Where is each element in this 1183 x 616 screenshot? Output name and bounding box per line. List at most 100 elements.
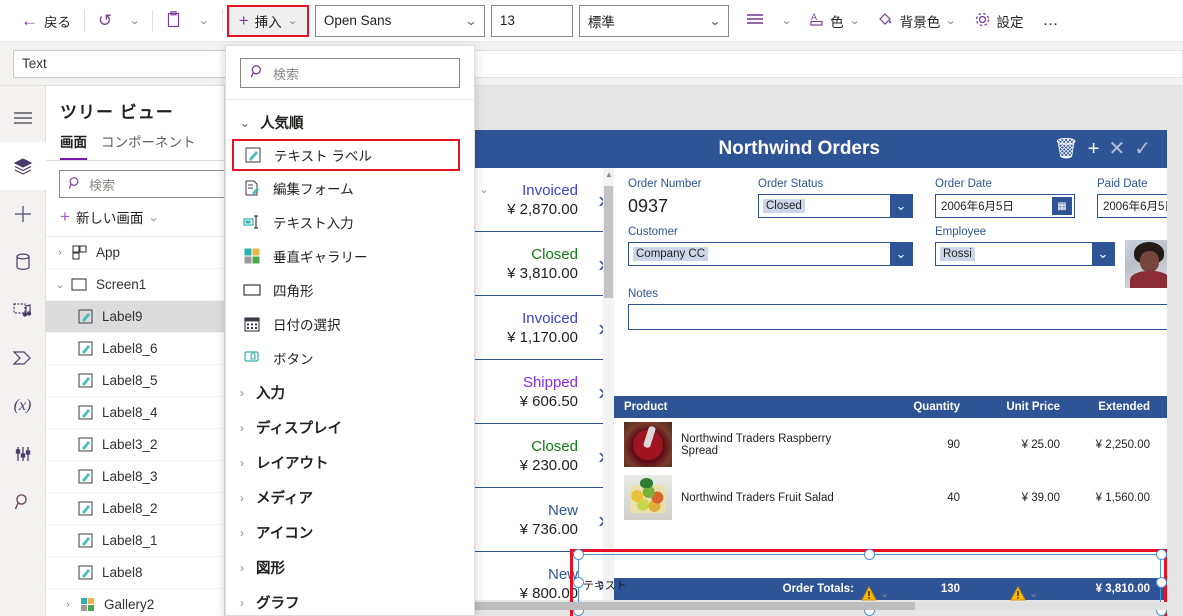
text-align-button[interactable] — [737, 5, 773, 37]
overflow-button[interactable]: … — [1033, 12, 1070, 30]
resize-handle-top-center[interactable] — [864, 549, 875, 560]
font-color-button[interactable]: A 色 ⌄ — [800, 5, 868, 37]
chevron-down-icon[interactable]: ⌄ — [1092, 243, 1114, 265]
insert-category-layout[interactable]: › レイアウト — [226, 445, 474, 480]
notes-input[interactable] — [628, 304, 1167, 330]
font-size-input[interactable]: 13 — [490, 4, 573, 37]
order-date-input[interactable]: 2006年6月5日 ▦ — [935, 194, 1075, 218]
insert-button[interactable]: + 挿入 ⌄ — [226, 4, 309, 37]
tree-node-gallery2[interactable]: › Gallery2 — [46, 589, 224, 616]
gallery-item[interactable]: Closed ¥ 230.00 › — [475, 424, 614, 488]
label-warning-1[interactable]: ⌄ — [861, 586, 889, 601]
employee-dropdown[interactable]: Rossi ⌄ — [935, 242, 1115, 266]
canvas-horizontal-scrollbar[interactable] — [475, 602, 1167, 610]
insert-search-input[interactable]: 検索 — [240, 58, 460, 88]
tree-node-label3-2[interactable]: Label3_2 — [46, 429, 224, 461]
order-amount: ¥ 230.00 — [519, 456, 578, 474]
tab-screens[interactable]: 画面 — [60, 131, 87, 160]
tree-node-label8-3[interactable]: Label8_3 — [46, 461, 224, 493]
tree-node-label8[interactable]: Label8 — [46, 557, 224, 589]
tree-node-label8-1[interactable]: Label8_1 — [46, 525, 224, 557]
save-icon[interactable]: ✓ — [1134, 139, 1151, 159]
gallery-item[interactable]: New ¥ 736.00 › — [475, 488, 614, 552]
insert-category-media[interactable]: › メディア — [226, 480, 474, 515]
gallery-item[interactable]: Shipped ¥ 606.50 › — [475, 360, 614, 424]
font-weight-select[interactable]: 標準 ⌄ — [578, 4, 729, 37]
tree-node-label8-5[interactable]: Label8_5 — [46, 365, 224, 397]
insert-category-charts[interactable]: › グラフ — [226, 585, 474, 615]
table-row[interactable]: Northwind Traders Fruit Salad 40 ¥ 39.00… — [614, 471, 1167, 524]
undo-dropdown[interactable]: ⌄ — [121, 5, 148, 37]
insert-item-edit-form[interactable]: 編集フォーム — [226, 171, 474, 205]
order-status-dropdown[interactable]: Closed ⌄ — [758, 194, 913, 218]
order-amount: ¥ 1,170.00 — [507, 328, 578, 346]
tree-node-app[interactable]: › App — [46, 237, 224, 269]
calendar-icon[interactable]: ▦ — [1052, 197, 1072, 215]
tree-search-input[interactable]: 検索 — [59, 170, 224, 198]
insert-item-date-picker[interactable]: 日付の選択 — [226, 307, 474, 341]
resize-handle-top-left[interactable] — [573, 549, 584, 560]
gallery-scrollbar[interactable]: ▲ — [603, 168, 614, 600]
insert-item-text-label[interactable]: テキスト ラベル — [232, 139, 460, 171]
add-icon[interactable]: + — [1088, 139, 1100, 159]
gallery-item[interactable]: ⌄ Invoiced ¥ 2,870.00 › — [475, 168, 614, 232]
delete-icon[interactable]: 🗑 — [1053, 139, 1078, 159]
label-warning-2[interactable]: ⌄ — [1010, 586, 1038, 601]
variables-icon[interactable]: (x) — [0, 382, 46, 430]
scroll-up-icon[interactable]: ▲ — [605, 170, 613, 179]
paste-dropdown[interactable]: ⌄ — [190, 5, 217, 37]
insert-group-popular[interactable]: ⌄ 人気順 — [226, 106, 474, 139]
property-select[interactable]: Text — [13, 49, 231, 78]
table-row[interactable]: Northwind Traders Raspberry Spread 90 ¥ … — [614, 418, 1167, 471]
twisty-icon[interactable]: › — [60, 599, 76, 611]
tree-node-label8-4[interactable]: Label8_4 — [46, 397, 224, 429]
chevron-down-icon[interactable]: ⌄ — [880, 587, 889, 600]
resize-handle-top-right[interactable] — [1156, 549, 1167, 560]
resize-handle-middle-right[interactable] — [1156, 577, 1167, 588]
search-icon[interactable] — [0, 478, 46, 526]
insert-category-input[interactable]: › 入力 — [226, 375, 474, 410]
paid-date-input[interactable]: 2006年6月5日 ▦ — [1097, 194, 1167, 218]
tree-node-screen1[interactable]: ⌄ Screen1 — [46, 269, 224, 301]
insert-item-rectangle[interactable]: 四角形 — [226, 273, 474, 307]
settings-button[interactable]: 設定 — [965, 5, 1033, 37]
unit-price-cell: ¥ 39.00 — [1021, 491, 1060, 504]
cancel-icon[interactable]: ✕ — [1108, 139, 1125, 159]
insert-icon[interactable] — [0, 190, 46, 238]
tree-node-label8-2[interactable]: Label8_2 — [46, 493, 224, 525]
fill-color-button[interactable]: 背景色 ⌄ — [868, 5, 965, 37]
insert-item-button[interactable]: ボタン — [226, 341, 474, 375]
tab-components[interactable]: コンポーネント — [101, 131, 196, 160]
insert-category-display[interactable]: › ディスプレイ — [226, 410, 474, 445]
scrollbar-thumb[interactable] — [604, 186, 613, 298]
scrollbar-thumb[interactable] — [475, 602, 915, 610]
insert-item-text-input[interactable]: テキスト入力 — [226, 205, 474, 239]
twisty-icon[interactable]: › — [52, 247, 68, 259]
twisty-icon[interactable]: ⌄ — [52, 278, 68, 291]
tree-node-label8-6[interactable]: Label8_6 — [46, 333, 224, 365]
app-checker-icon[interactable] — [0, 430, 46, 478]
customer-dropdown[interactable]: Company CC ⌄ — [628, 242, 913, 266]
gallery-item[interactable]: Closed ¥ 3,810.00 › — [475, 232, 614, 296]
tree-node-label9[interactable]: Label9 — [46, 301, 224, 333]
data-icon[interactable] — [0, 238, 46, 286]
paste-button[interactable] — [157, 5, 190, 37]
chevron-down-icon[interactable]: ⌄ — [890, 195, 912, 217]
insert-category-shapes[interactable]: › 図形 — [226, 550, 474, 585]
chevron-down-icon[interactable]: ⌄ — [1029, 587, 1038, 600]
power-automate-icon[interactable] — [0, 334, 46, 382]
gallery-item[interactable]: Invoiced ¥ 1,170.00 › — [475, 296, 614, 360]
product-name: Northwind Traders Raspberry Spread — [681, 432, 832, 457]
hamburger-icon[interactable] — [0, 94, 46, 142]
text-align-dropdown[interactable]: ⌄ — [773, 5, 800, 37]
chevron-down-icon[interactable]: ⌄ — [890, 243, 912, 265]
font-family-select[interactable]: Open Sans ⌄ — [314, 4, 485, 37]
insert-category-icons[interactable]: › アイコン — [226, 515, 474, 550]
new-screen-button[interactable]: + 新しい画面 ⌄ — [46, 198, 224, 237]
back-button[interactable]: ← 戻る — [12, 5, 80, 37]
tree-view-icon[interactable] — [0, 142, 46, 190]
insert-item-vertical-gallery[interactable]: 垂直ギャラリー — [226, 239, 474, 273]
media-icon[interactable] — [0, 286, 46, 334]
resize-handle-middle-left[interactable] — [573, 577, 584, 588]
undo-button[interactable]: ↺ — [89, 5, 121, 37]
